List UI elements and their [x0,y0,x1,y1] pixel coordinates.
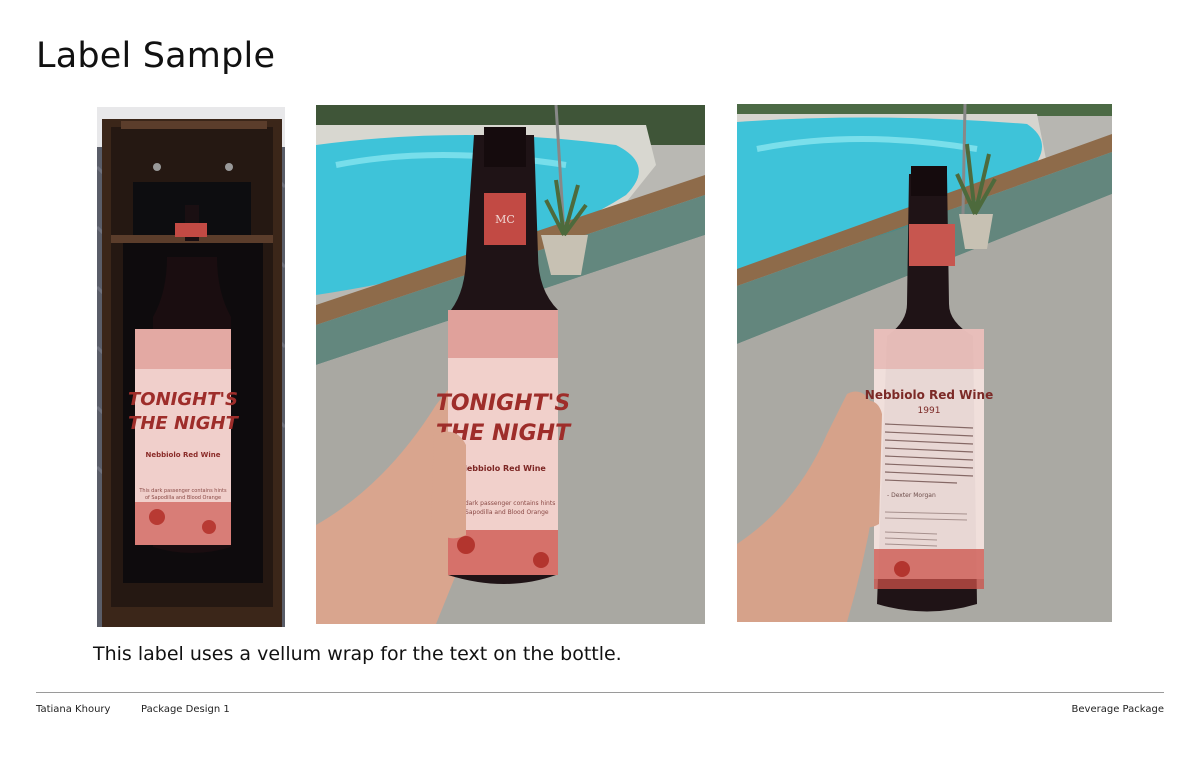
crate-label-blurb1: This dark passenger contains hints [138,488,227,494]
back-label-photo-graphic: Nebbiolo Red Wine 1991 - Dexter Morgan [737,104,1112,622]
front-label-photo-graphic: MC TONIGHT'S THE NIGHT Nebbiolo Red Wine… [316,105,705,624]
page-caption: This label uses a vellum wrap for the te… [93,643,622,665]
photo-bottle-front-label: MC TONIGHT'S THE NIGHT Nebbiolo Red Wine… [316,105,705,624]
crate-label-line2: THE NIGHT [128,413,240,434]
footer-project: Beverage Package [1071,704,1164,715]
front-monogram: MC [495,213,515,226]
crate-photo-graphic: TONIGHT'S THE NIGHT Nebbiolo Red Wine Th… [97,107,285,627]
footer-divider [36,692,1164,693]
front-label-line1: TONIGHT'S [436,391,570,416]
footer-author: Tatiana Khoury [36,704,111,715]
photo-bottle-in-crate: TONIGHT'S THE NIGHT Nebbiolo Red Wine Th… [97,107,285,627]
back-label-wine: Nebbiolo Red Wine [865,388,993,402]
back-label-signature: - Dexter Morgan [887,492,936,499]
footer-course: Package Design 1 [141,704,230,715]
back-label-year: 1991 [918,406,941,416]
front-label-blurb2: of Sapodilla and Blood Orange [457,509,549,516]
front-label-wine: Nebbiolo Red Wine [460,464,546,473]
photo-bottle-back-label: Nebbiolo Red Wine 1991 - Dexter Morgan [737,104,1112,622]
page-title: Label Sample [36,36,276,76]
crate-label-line1: TONIGHT'S [128,389,238,410]
crate-label-wine: Nebbiolo Red Wine [146,451,221,459]
crate-label-blurb2: of Sapodilla and Blood Orange [145,495,221,501]
